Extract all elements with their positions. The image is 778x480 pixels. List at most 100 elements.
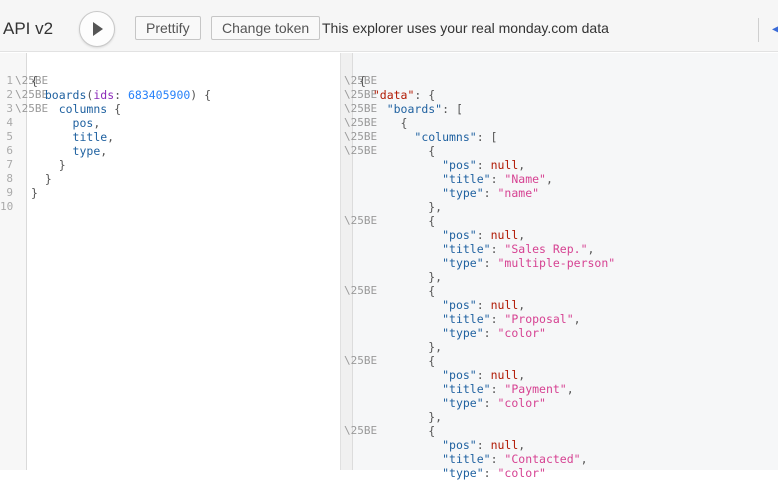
- result-token: :: [490, 382, 505, 396]
- result-token: [359, 368, 442, 382]
- result-token: :: [476, 298, 491, 312]
- query-line: title,: [31, 130, 115, 144]
- query-token: {: [31, 74, 38, 88]
- result-token: ,: [518, 158, 526, 172]
- result-line: },: [359, 270, 442, 284]
- result-token: },: [359, 270, 443, 284]
- result-line: "pos": null,: [359, 368, 525, 382]
- change-token-button[interactable]: Change token: [211, 16, 321, 40]
- play-icon: [93, 22, 103, 36]
- query-token: boards: [44, 88, 87, 102]
- result-line: "title": "Proposal",: [359, 312, 581, 326]
- result-token: "type": [442, 186, 484, 200]
- result-line: "boards": [: [359, 102, 463, 116]
- result-token: null: [490, 158, 519, 172]
- result-token: [359, 452, 442, 466]
- docs-toggle[interactable]: ◂: [758, 18, 778, 42]
- result-line: "pos": null,: [359, 438, 525, 452]
- result-token: "type": [442, 396, 484, 410]
- query-token: :: [114, 88, 128, 102]
- execute-query-button[interactable]: [79, 11, 115, 47]
- result-line: "title": "Payment",: [359, 382, 574, 396]
- result-token: ,: [580, 452, 588, 466]
- result-token: "type": [442, 466, 484, 480]
- result-token: "pos": [442, 438, 477, 452]
- result-token: [359, 326, 442, 340]
- result-token: {: [359, 144, 436, 158]
- query-token: {: [107, 102, 122, 116]
- line-number: 6: [6, 144, 13, 157]
- result-token: "color": [497, 466, 546, 480]
- line-number: 3: [6, 102, 13, 115]
- query-editor[interactable]: 1 2 3 4 5 6 7 8 9 10 \25BE \25BE \25BE{ boards(ids: …: [0, 53, 340, 470]
- line-number: 7: [6, 158, 13, 171]
- result-token: :: [476, 368, 491, 382]
- query-token: 683405900: [127, 88, 191, 102]
- result-token: "title": [442, 172, 491, 186]
- query-token: [31, 130, 73, 144]
- result-token: ,: [518, 228, 526, 242]
- result-token: "name": [497, 186, 540, 200]
- prettify-button[interactable]: Prettify: [135, 16, 201, 40]
- result-token: ,: [518, 438, 526, 452]
- result-token: "type": [442, 256, 484, 270]
- result-line: },: [359, 410, 442, 424]
- result-token: {: [359, 284, 436, 298]
- result-token: :: [476, 228, 491, 242]
- result-token: "multiple-person": [497, 256, 616, 270]
- result-line: "pos": null,: [359, 228, 525, 242]
- result-token: "color": [497, 396, 546, 410]
- result-token: {: [359, 214, 436, 228]
- result-token: null: [490, 298, 519, 312]
- line-number: 9: [6, 186, 13, 199]
- result-line: "pos": null,: [359, 158, 525, 172]
- result-token: : {: [414, 88, 436, 102]
- result-token: },: [359, 410, 443, 424]
- result-token: :: [490, 242, 505, 256]
- result-line: "type": "multiple-person": [359, 256, 615, 270]
- query-token: columns: [58, 102, 108, 116]
- result-line: "pos": null,: [359, 298, 525, 312]
- result-token: },: [359, 340, 443, 354]
- query-token: [31, 88, 45, 102]
- line-number: 1: [6, 74, 13, 87]
- query-token: [31, 144, 73, 158]
- result-token: ,: [545, 172, 553, 186]
- result-token: [359, 228, 442, 242]
- result-token: {: [359, 74, 366, 88]
- app-title: API v2: [3, 19, 54, 38]
- result-line: "type": "name": [359, 186, 539, 200]
- result-token: ,: [587, 242, 595, 256]
- result-token: :: [483, 396, 498, 410]
- query-token: ) {: [190, 88, 212, 102]
- result-line: {: [359, 424, 435, 438]
- result-token: "title": [442, 382, 491, 396]
- result-token: [359, 242, 442, 256]
- query-token: ,: [107, 130, 115, 144]
- query-line: }: [31, 172, 52, 186]
- result-token: "title": [442, 312, 491, 326]
- result-token: [359, 382, 442, 396]
- result-line: "title": "Contacted",: [359, 452, 588, 466]
- result-token: ,: [518, 368, 526, 382]
- result-token: "Contacted": [504, 452, 581, 466]
- data-notice: This explorer uses your real monday.com …: [322, 20, 609, 36]
- result-line: "type": "color": [359, 326, 546, 340]
- arrow-left-icon: ◂: [772, 20, 778, 36]
- result-line: {: [359, 214, 435, 228]
- result-line: {: [359, 354, 435, 368]
- result-token: :: [476, 158, 491, 172]
- query-token: [31, 102, 59, 116]
- query-token: }: [31, 186, 38, 200]
- result-line: "title": "Sales Rep.",: [359, 242, 594, 256]
- result-token: {: [359, 354, 436, 368]
- result-line: "type": "color": [359, 466, 546, 480]
- query-token: type: [72, 144, 101, 158]
- result-token: :: [483, 256, 498, 270]
- result-line: },: [359, 340, 442, 354]
- query-token: pos: [72, 116, 94, 130]
- result-line: {: [359, 284, 435, 298]
- result-token: "Name": [504, 172, 546, 186]
- result-token: null: [490, 228, 519, 242]
- result-line: {: [359, 116, 408, 130]
